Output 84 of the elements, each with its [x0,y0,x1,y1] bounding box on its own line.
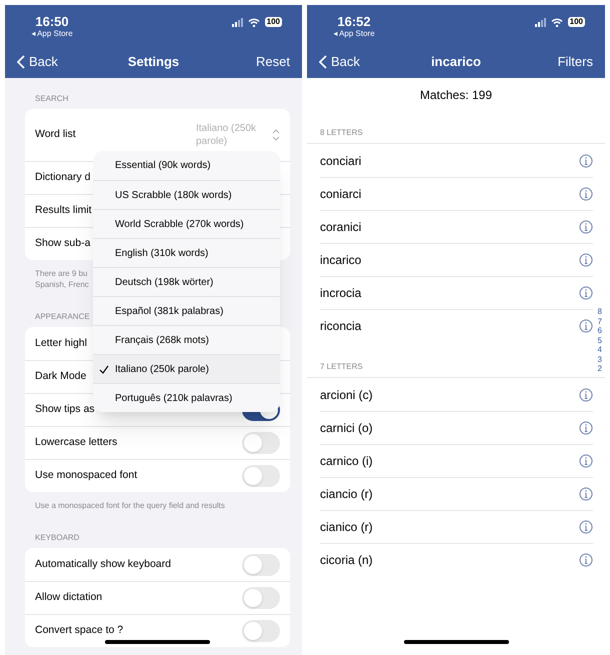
checkmark-icon [99,364,109,374]
battery-level: 100 [264,17,282,27]
setting-label: Automatically show keyboard [35,556,171,572]
info-icon [579,421,593,435]
section-footnote: Use a monospaced font for the query field and results [35,500,225,511]
chevron-left-icon [17,54,25,68]
info-icon [579,388,593,402]
toggle-switch[interactable] [242,432,280,454]
toggle-switch[interactable] [242,554,280,576]
section-index-letter[interactable]: 7 [598,316,602,326]
info-icon [579,220,593,234]
back-to-app-link[interactable]: ◂ App Store [31,29,73,39]
back-button[interactable]: Back [319,52,389,72]
word-result[interactable]: conciari [320,152,362,170]
nav-action-button[interactable]: Reset [220,52,290,72]
nav-action-button[interactable]: Filters [522,52,593,72]
word-result[interactable]: riconcia [320,317,362,335]
info-icon [579,187,593,201]
info-icon [579,520,593,534]
info-icon [579,286,593,300]
info-icon [579,154,593,168]
info-icon [579,487,593,501]
word-result[interactable]: coranici [320,218,362,236]
info-icon [579,319,593,333]
section-header: KEYBOARD [34,532,80,544]
match-count: Matches: 199 [418,87,494,104]
section-index-letter[interactable]: 4 [598,345,602,354]
setting-label: Show sub-a [35,236,90,252]
word-result[interactable]: incarico [320,251,362,269]
signal-icon [534,18,546,26]
section-index-letter[interactable]: 6 [598,326,602,336]
section-header: SEARCH [34,93,70,105]
word-result[interactable]: carnico (i) [320,452,373,470]
toggle-switch[interactable] [242,620,280,642]
info-icon [579,553,593,567]
section-index-letter[interactable]: 5 [598,336,602,345]
section-footnote: Spanish, Frenc [35,279,89,290]
menu-item[interactable]: Português (210k palavras) [93,383,280,412]
back-button[interactable]: Back [17,52,87,72]
setting-label: Letter highl [35,336,87,351]
word-result[interactable]: ciancio (r) [320,485,373,503]
setting-label: Use monospaced font [35,468,138,484]
chevron-left-icon [319,54,327,68]
word-result[interactable]: incrocia [320,284,362,302]
setting-label: Dark Mode [35,369,86,384]
info-icon [579,454,593,468]
info-icon [579,253,593,267]
word-result[interactable]: carnici (o) [320,419,373,437]
menu-item[interactable]: US Scrabble (180k words) [93,180,280,209]
up-down-chevron-icon [272,129,280,141]
setting-label: Allow dictation [35,590,102,606]
signal-icon [232,18,243,26]
setting-label: Convert space to ? [35,623,124,638]
menu-item[interactable]: Italiano (250k parole) [93,354,280,383]
setting-label: Results limit [35,203,92,218]
wifi-icon [248,18,260,26]
word-result[interactable]: arcioni (c) [320,386,373,404]
section-header: 8 LETTERS [307,108,605,144]
section-footnote: There are 9 bu [35,268,88,279]
setting-label: Dictionary d [35,170,90,186]
section-header: APPEARANCE [34,311,91,323]
back-to-app-link[interactable]: ◂ App Store [333,29,375,39]
menu-item[interactable]: Deutsch (198k wörter) [93,267,280,296]
menu-item[interactable]: Español (381k palabras) [93,296,280,325]
word-result[interactable]: cianico (r) [320,518,373,536]
screen-title: incarico [431,52,481,71]
screen-title: Settings [128,52,180,71]
section-index-letter[interactable]: 8 [598,307,602,316]
setting-label: Word list [35,127,76,142]
menu-item[interactable]: World Scrabble (270k words) [93,209,280,238]
section-index-letter[interactable]: 2 [598,364,602,374]
menu-item[interactable]: English (310k words) [93,238,280,267]
status-time: 16:50 [35,14,69,29]
word-result[interactable]: coniarci [320,185,362,203]
toggle-switch[interactable] [242,587,280,609]
wifi-icon [550,18,563,26]
battery-level: 100 [568,17,585,27]
setting-label: Lowercase letters [35,435,118,450]
menu-item[interactable]: Essential (90k words) [93,151,280,180]
toggle-switch[interactable] [242,465,280,487]
section-index-letter[interactable]: 3 [598,354,602,364]
word-result[interactable]: cicoria (n) [320,551,373,569]
status-time: 16:52 [337,14,371,29]
setting-label: Show tips as [35,402,95,418]
